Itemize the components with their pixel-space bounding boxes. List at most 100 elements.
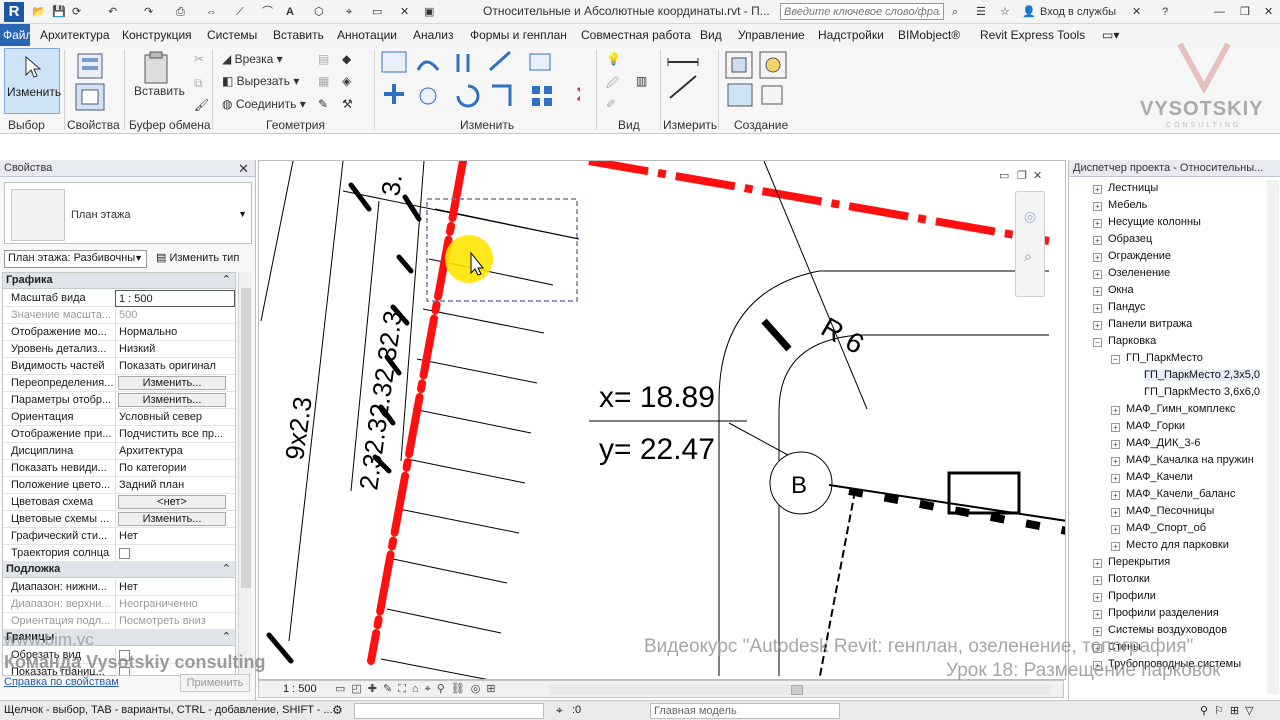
match-type-icon[interactable]: 🖌 [194,98,209,112]
paint-icon[interactable]: ✎ [318,97,328,111]
view-close-icon[interactable]: ✕ [1033,169,1042,182]
override-brush-icon[interactable]: 🖉 [606,74,619,95]
site-plan-drawing[interactable]: R 6 x= 18.89 y= 22.47 B 9x2.3 2.32.32.32… [259,161,1066,680]
properties-icon[interactable] [74,50,106,82]
tab-insert[interactable]: Вставить [273,28,324,42]
tree-item[interactable]: + МАФ_Качалка на пружин [1111,454,1254,466]
property-value[interactable]: Изменить... [115,511,235,528]
tab-architecture[interactable]: Архитектура [40,28,110,42]
property-value[interactable]: Нет [115,579,235,596]
panel-select[interactable]: Выбор [8,118,45,132]
cut-geometry-button[interactable]: ◧ Вырезать ▾ [222,74,299,88]
filter-icon[interactable]: ⌖ [556,703,563,718]
tab-collaborate[interactable]: Совместная работа [581,28,691,42]
view-scale[interactable]: 1 : 500 [283,683,317,695]
close-window-icon[interactable]: ✕ [1264,3,1273,21]
instance-filter-select[interactable]: План этажа: Разбивочны ▼ [4,250,147,268]
workset-field[interactable] [354,703,544,719]
property-value[interactable]: По категории [115,460,235,477]
expand-icon[interactable]: + [1111,491,1120,500]
chevron-down-icon[interactable]: ▼ [238,209,247,219]
tree-item[interactable]: + МАФ_Песочницы [1111,505,1214,517]
property-checkbox[interactable] [119,667,130,675]
status-icons[interactable]: ⚲⚐⊞▽ [1200,704,1260,717]
expand-icon[interactable]: + [1093,185,1102,194]
dimension-icon[interactable]: ⟋ [236,3,244,21]
tree-item[interactable]: + Панели витража [1093,318,1192,330]
tree-item[interactable]: − ГП_ПаркМесто [1111,352,1203,364]
property-value[interactable] [115,545,235,562]
revit-logo[interactable]: R [4,2,24,22]
tree-item[interactable]: + МАФ_ДИК_3-6 [1111,437,1200,449]
expand-icon[interactable]: + [1093,559,1102,568]
geometry-tool-icon[interactable]: ▦ [318,74,329,88]
tab-manage[interactable]: Управление [738,28,805,42]
property-value[interactable]: Показать оригинал [115,358,235,375]
apply-button[interactable]: Применить [180,674,250,692]
property-section[interactable]: Границы ⌃ [3,630,235,646]
ribbon-toggle-icon[interactable]: ▭▾ [1102,28,1119,42]
expand-icon[interactable]: + [1111,542,1120,551]
view-minimize-icon[interactable]: ▭ [999,169,1009,182]
text-icon[interactable]: A [286,3,294,21]
property-checkbox[interactable] [119,548,130,559]
expand-icon[interactable]: + [1093,270,1102,279]
property-edit-button[interactable]: <нет> [118,495,226,509]
tab-annotate[interactable]: Аннотации [337,28,397,42]
expand-icon[interactable]: + [1111,525,1120,534]
expand-icon[interactable]: + [1093,576,1102,585]
property-value[interactable]: <нет> [115,494,235,511]
tree-item[interactable]: + МАФ_Гимн_комплекс [1111,403,1235,415]
geometry-tool-icon[interactable]: ◆ [342,52,351,66]
tree-item[interactable]: + Мебель [1093,199,1147,211]
property-value[interactable]: Посмотреть вниз [115,613,235,630]
tree-item[interactable]: + Окна [1093,284,1134,296]
expand-icon[interactable]: + [1093,253,1102,262]
property-checkbox[interactable] [119,650,130,661]
tab-bimobject[interactable]: BIMobject® [898,28,960,42]
close-icon[interactable]: ✕ [238,161,249,177]
tree-item[interactable]: + МАФ_Горки [1111,420,1185,432]
linework-icon[interactable]: ✐ [606,97,616,111]
geometry-tool-icon[interactable]: ▤ [318,52,329,66]
tab-view[interactable]: Вид [700,28,722,42]
horizontal-scrollbar[interactable] [549,685,1051,695]
properties-help-link[interactable]: Справка по свойствам [4,676,119,688]
subscription-icon[interactable]: ☰ [976,3,986,21]
modify-button[interactable]: Изменить [4,48,61,114]
print-icon[interactable]: ⎙ [176,3,185,21]
collapse-icon[interactable]: − [1111,355,1120,364]
undo-icon[interactable]: ↶ [108,3,117,21]
help-icon[interactable]: ? [1162,3,1168,21]
tab-structure[interactable]: Конструкция [122,28,192,42]
zoom-icon[interactable]: ⌕ [1024,248,1032,265]
exchange-icon[interactable]: ✕ [1132,3,1141,21]
design-option-field[interactable]: Главная модель [650,703,840,719]
star-icon[interactable]: ☆ [1000,3,1010,21]
tab-massing-site[interactable]: Формы и генплан [470,28,567,42]
navigation-bar[interactable]: ◎ ⌕ [1015,191,1045,297]
tab-revit-express-tools[interactable]: Revit Express Tools [980,28,1085,42]
type-properties-icon[interactable] [74,82,106,112]
expand-icon[interactable]: + [1093,593,1102,602]
tab-addins[interactable]: Надстройки [818,28,884,42]
tab-systems[interactable]: Системы [207,28,257,42]
expand-icon[interactable]: + [1093,321,1102,330]
property-value[interactable]: Условный север [115,409,235,426]
hide-bulb-icon[interactable]: 💡 [606,52,621,66]
3d-view-icon[interactable]: ⬡ [314,3,324,21]
property-value[interactable]: Задний план [115,477,235,494]
expand-icon[interactable]: + [1093,610,1102,619]
tree-item[interactable]: + Место для парковки [1111,539,1229,551]
property-value[interactable]: Архитектура [115,443,235,460]
expand-icon[interactable]: + [1111,508,1120,517]
modify-tools-icons[interactable] [380,50,580,114]
property-value[interactable]: Подчистить все пр... [115,426,235,443]
property-value[interactable] [115,647,235,664]
tree-item[interactable]: ГП_ПаркМесто 2,3x5,0 [1129,369,1261,381]
property-value[interactable]: Изменить... [115,392,235,409]
section-icon[interactable]: ⌖ [346,3,352,21]
tree-item[interactable]: + Образец [1093,233,1152,245]
tree-item[interactable]: + Озеленение [1093,267,1170,279]
steering-wheel-icon[interactable]: ◎ [1024,208,1036,225]
